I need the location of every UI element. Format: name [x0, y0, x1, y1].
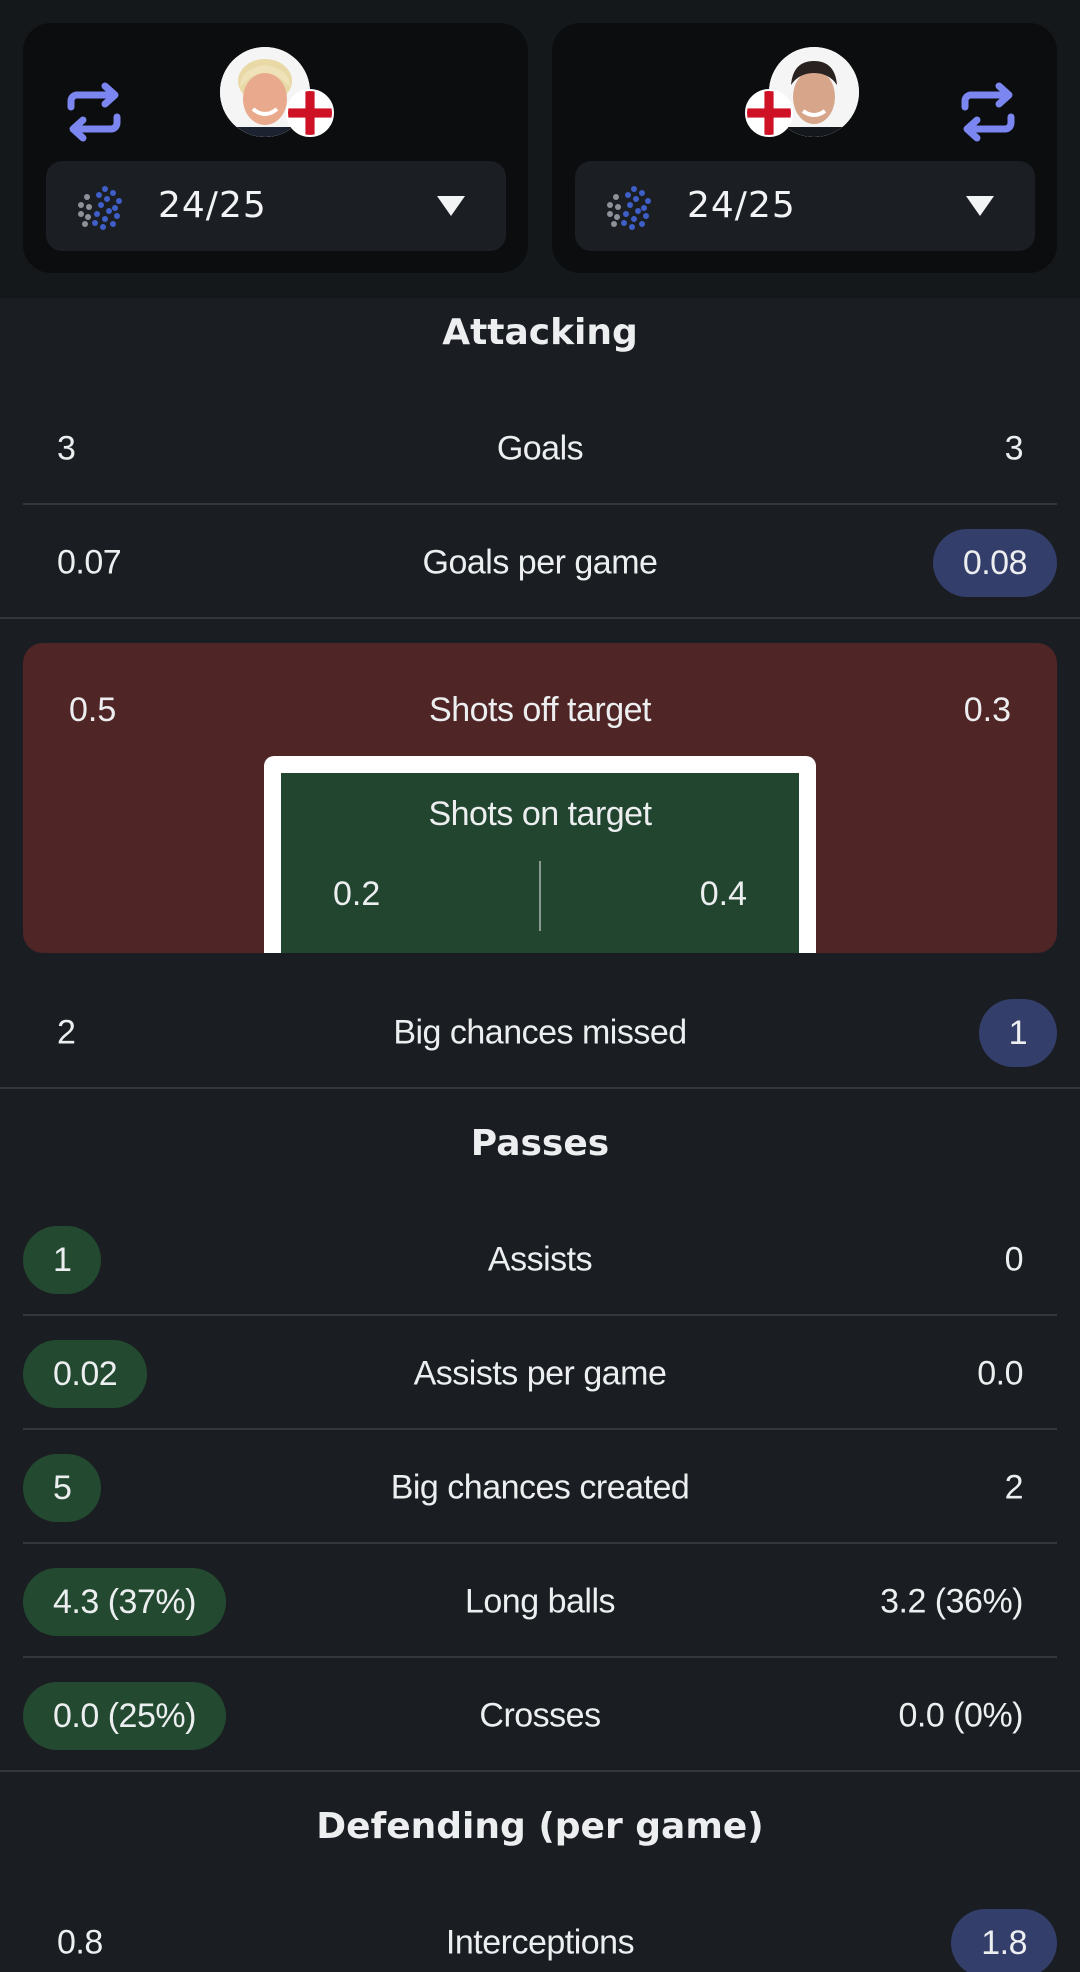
- stat-row-assists: 1 Assists 0: [0, 1203, 1080, 1317]
- league-logo-icon: [74, 182, 124, 232]
- stat-label: Big chances missed: [393, 1013, 687, 1052]
- stat-value-right: 0.0 (0%): [898, 1696, 1024, 1735]
- right-player-card: 24/25: [552, 23, 1057, 273]
- stat-label: Big chances created: [390, 1468, 690, 1507]
- stat-value-right: 0: [1004, 1240, 1024, 1279]
- section-title-attacking: Attacking: [442, 312, 638, 353]
- shots-on-target-box: Shots on target 0.2 0.4: [281, 773, 799, 953]
- dropdown-arrow-icon: [966, 196, 994, 216]
- stat-value-right: 2: [1004, 1468, 1024, 1507]
- divider: [0, 1087, 1080, 1089]
- season-value: 24/25: [687, 185, 796, 226]
- divider: [23, 1656, 1057, 1658]
- shots-on-target-label: Shots on target: [428, 795, 652, 833]
- section-title-defending: Defending (per game): [316, 1806, 764, 1847]
- stat-row-goals: 3 Goals 3: [0, 392, 1080, 506]
- stat-row-long-balls: 4.3 (37%) Long balls 3.2 (36%): [0, 1545, 1080, 1659]
- stat-label: Interceptions: [445, 1923, 635, 1962]
- player-compare-header: 24/25 24/25: [0, 0, 1080, 298]
- divider: [23, 503, 1057, 505]
- stat-label: Assists: [487, 1240, 593, 1279]
- section-title-passes: Passes: [470, 1123, 610, 1164]
- england-flag-icon: [286, 89, 334, 137]
- england-flag-icon: [745, 89, 793, 137]
- stat-label: Assists per game: [413, 1354, 667, 1393]
- shots-off-target-label: Shots off target: [429, 691, 651, 729]
- stat-row-goals-per-game: 0.07 Goals per game 0.08: [0, 506, 1080, 620]
- swap-player-icon[interactable]: [63, 81, 125, 143]
- stat-value-right: 3.2 (36%): [880, 1582, 1023, 1621]
- stat-label: Goals per game: [422, 543, 658, 582]
- stat-row-big-chances-missed: 2 Big chances missed 1: [0, 976, 1080, 1090]
- shots-on-target-left: 0.2: [333, 875, 381, 913]
- stat-row-big-chances-created: 5 Big chances created 2: [0, 1431, 1080, 1545]
- stat-highlight-right: 1.8: [951, 1909, 1057, 1972]
- stat-highlight-right: 1: [978, 999, 1057, 1067]
- shots-comparison: 0.5 Shots off target 0.3 Shots on target…: [23, 643, 1057, 953]
- divider: [0, 1770, 1080, 1772]
- divider: [0, 617, 1080, 619]
- stat-row-crosses: 0.0 (25%) Crosses 0.0 (0%): [0, 1659, 1080, 1773]
- stat-value-right: 3: [1004, 429, 1024, 468]
- league-logo-icon: [603, 182, 653, 232]
- stat-label: Goals: [496, 429, 584, 468]
- divider: [23, 1314, 1057, 1316]
- stat-highlight-right: 0.08: [932, 529, 1057, 597]
- season-dropdown[interactable]: 24/25: [46, 161, 506, 251]
- goal-frame: Shots on target 0.2 0.4: [264, 756, 816, 953]
- shots-on-target-right: 0.4: [699, 875, 747, 913]
- shots-off-target-right: 0.3: [963, 691, 1011, 729]
- divider: [539, 861, 541, 931]
- divider: [23, 1428, 1057, 1430]
- season-dropdown[interactable]: 24/25: [575, 161, 1035, 251]
- dropdown-arrow-icon: [437, 196, 465, 216]
- divider: [23, 1542, 1057, 1544]
- stat-row-assists-per-game: 0.02 Assists per game 0.0: [0, 1317, 1080, 1431]
- stat-value-right: 0.0: [977, 1354, 1023, 1393]
- swap-player-icon[interactable]: [957, 81, 1019, 143]
- season-value: 24/25: [158, 185, 267, 226]
- left-player-card: 24/25: [23, 23, 528, 273]
- stat-row-interceptions: 0.8 Interceptions 1.8: [0, 1886, 1080, 1972]
